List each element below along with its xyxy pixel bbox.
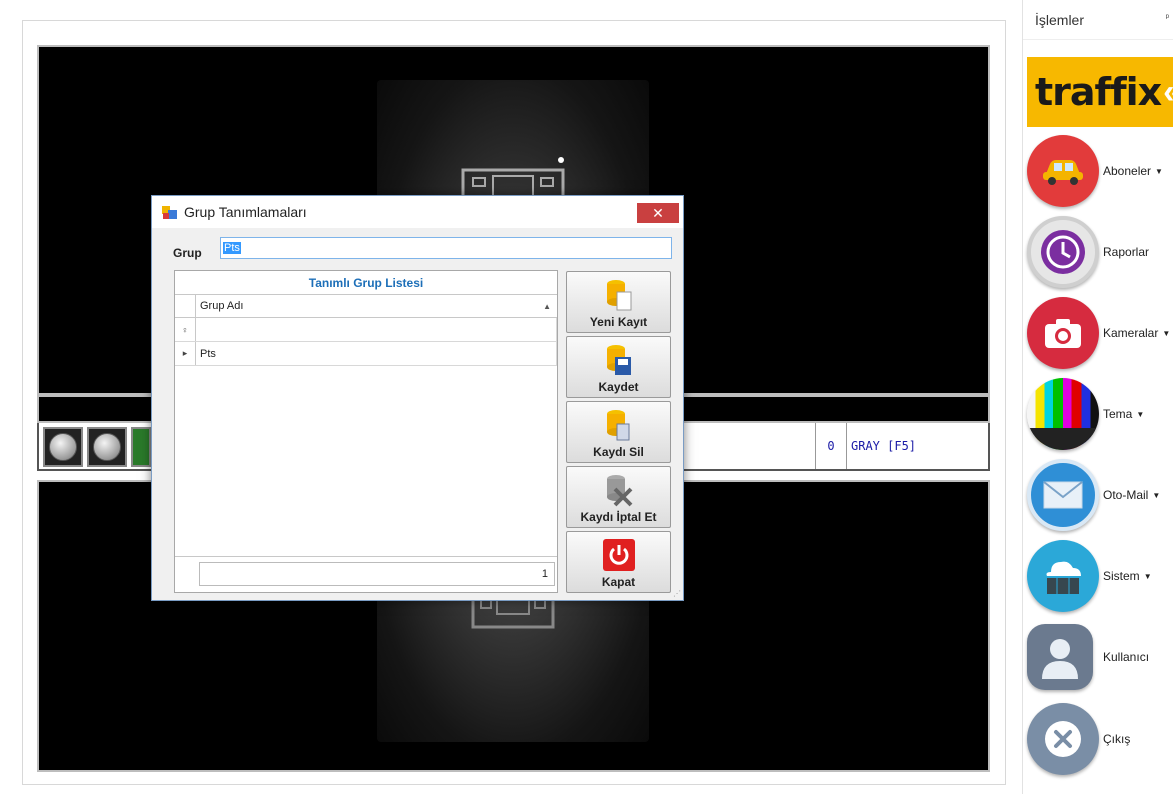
gear-icon [49,433,77,461]
sidebar-item-oto-mail[interactable]: Oto-Mail ▼ [1027,456,1173,534]
grup-field-label: Grup [173,246,202,260]
frame-counter: 0 [815,423,847,469]
button-label: Kapat [601,575,636,589]
car-icon [1027,135,1099,207]
button-label: Kaydı Sil [593,445,644,459]
new-record-icon [603,277,635,313]
sidebar-item-kameralar[interactable]: Kameralar ▼ [1027,294,1173,372]
stop-button[interactable] [87,427,127,467]
color-bars-icon [1027,378,1099,450]
sidebar-title: İşlemler [1035,11,1085,28]
column-header-label: Grup Adı [200,300,244,312]
dropdown-caret-icon: ▼ [1155,166,1163,176]
sidebar-item-tema[interactable]: Tema ▼ [1027,375,1173,453]
grid-header: Grup Adı ▲ [175,295,557,318]
sidebar-item-label: Aboneler [1103,164,1152,178]
dialog-titlebar[interactable]: Grup Tanımlamaları ✕ [152,196,683,228]
button-label: Yeni Kayıt [589,315,648,329]
user-icon [1027,624,1093,690]
row-indicator-icon: ▸ [175,342,196,365]
sidebar-item-kullanici[interactable]: Kullanıcı [1027,618,1173,696]
dropdown-caret-icon: ▼ [1136,409,1145,419]
delete-record-button[interactable]: Kaydı Sil [566,401,671,463]
sidebar-header: İşlemler ᵖ [1023,0,1173,40]
filter-cell[interactable] [196,318,557,341]
grid-footer: 1 [175,556,557,592]
sidebar-item-sistem[interactable]: Sistem ▼ [1027,537,1173,615]
sidebar-item-aboneler[interactable]: Aboneler ▼ [1027,132,1173,210]
dropdown-caret-icon: ▼ [1152,490,1161,500]
pin-icon[interactable]: ᵖ [1166,12,1169,22]
cancel-record-button[interactable]: Kaydı İptal Et [566,466,671,528]
button-label: Kaydet [598,380,639,394]
button-label: Kaydı İptal Et [580,510,657,524]
new-record-button[interactable]: Yeni Kayıt [566,271,671,333]
dropdown-caret-icon: ▼ [1143,571,1152,581]
resize-grip-icon[interactable]: ⋰ [673,589,681,598]
camera-icon [1027,297,1099,369]
sidebar-item-label: Çıkış [1103,732,1131,746]
table-row[interactable]: ▸ Pts [175,342,557,366]
play-button[interactable] [131,427,151,467]
sidebar-item-label: Raporlar [1103,245,1150,259]
traffix-logo: traffix««« [1027,57,1173,127]
filter-icon: ♀ [175,318,196,341]
dialog-title: Grup Tanımlamaları [184,204,307,220]
clock-icon [1027,216,1099,288]
chevron-arrows-icon: ««« [1163,72,1173,111]
settings-gear-button[interactable] [43,427,83,467]
grup-input-value: Pts [223,242,241,254]
column-header-grup-adi[interactable]: Grup Adı ▲ [196,295,557,317]
app-window-icon [162,204,178,220]
close-dialog-button[interactable]: Kapat [566,531,671,593]
delete-record-icon [603,407,635,443]
dropdown-caret-icon: ▼ [1162,328,1171,338]
sidebar-item-label: Kullanıcı [1103,650,1150,664]
save-button[interactable]: Kaydet [566,336,671,398]
sidebar-item-raporlar[interactable]: Raporlar [1027,213,1173,291]
filter-row[interactable]: ♀ [175,318,557,342]
grid-caption: Tanımlı Grup Listesi [175,271,557,295]
logo-text: traffix [1035,70,1162,114]
sidebar-item-label: Oto-Mail [1103,488,1149,502]
close-button[interactable]: ✕ [637,203,679,223]
group-list-grid[interactable]: Tanımlı Grup Listesi Grup Adı ▲ ♀ ▸ Pts … [174,270,558,593]
close-circle-icon [1027,703,1099,775]
cancel-record-icon [603,472,635,508]
sidebar: İşlemler ᵖ traffix««« Aboneler▼ Raporlar… [1022,0,1173,794]
mail-icon [1027,459,1099,531]
row-header-corner [175,295,196,317]
save-database-icon [603,342,635,378]
sidebar-item-label: Sistem [1103,569,1140,583]
row-count: 1 [199,562,555,586]
sidebar-item-label: Tema [1103,407,1133,421]
grup-input[interactable]: Pts [220,237,672,259]
color-mode-label[interactable]: GRAY [F5] [847,423,988,469]
sort-ascending-icon: ▲ [543,301,551,311]
grup-adi-cell[interactable]: Pts [196,342,557,365]
cloud-server-icon [1027,540,1099,612]
stop-icon [93,433,121,461]
sidebar-item-cikis[interactable]: Çıkış [1027,700,1173,778]
power-icon [602,537,635,573]
grup-dialog: Grup Tanımlamaları ✕ Grup Pts Tanımlı Gr… [151,195,684,601]
sidebar-item-label: Kameralar [1103,326,1159,340]
